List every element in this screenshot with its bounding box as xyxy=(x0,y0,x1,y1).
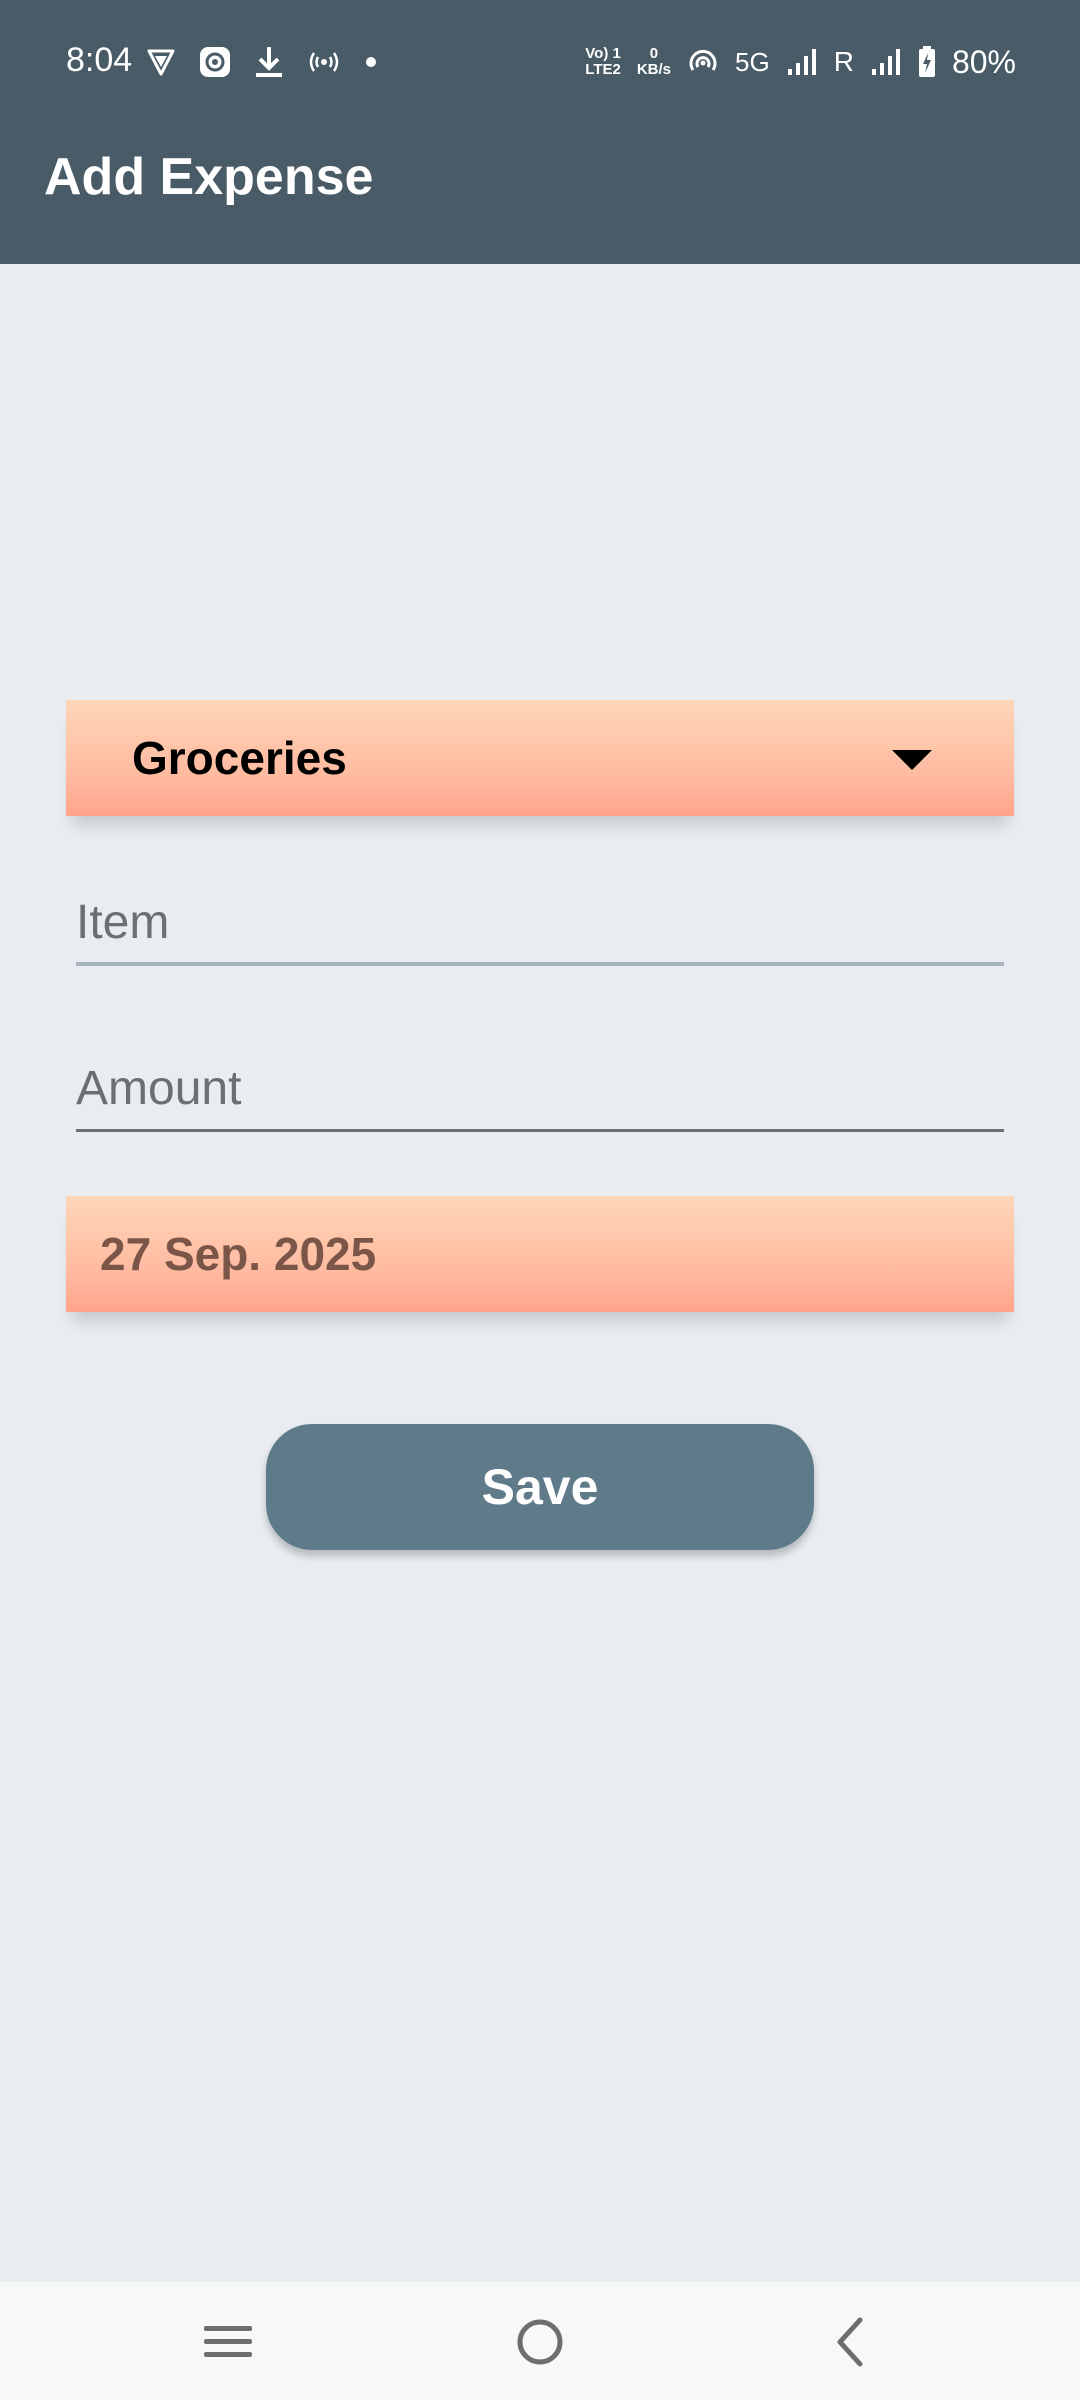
volte-bottom: LTE2 xyxy=(585,61,621,78)
home-icon xyxy=(517,2319,563,2365)
hotspot-icon xyxy=(689,49,717,71)
recents-icon xyxy=(204,2326,252,2357)
amount-field[interactable] xyxy=(76,1052,1004,1132)
status-bar: 8:04 Vo) 1 LTE2 0 KB/s 5G R 80% xyxy=(0,0,1080,124)
shield-icon xyxy=(147,49,175,76)
settings-app-icon xyxy=(200,47,230,77)
broadcast-icon xyxy=(309,52,339,72)
volte-indicator: Vo) 1 LTE2 xyxy=(585,46,621,78)
back-button[interactable] xyxy=(810,2302,890,2382)
signal-icon xyxy=(787,49,816,75)
back-icon xyxy=(837,2317,863,2367)
speed-value: 0 xyxy=(649,45,659,62)
speed-unit: KB/s xyxy=(636,61,672,78)
system-icons: Vo) 1 LTE2 0 KB/s 5G R 80% xyxy=(585,40,1016,84)
home-button[interactable] xyxy=(500,2302,580,2382)
system-nav-bar xyxy=(0,2282,1080,2400)
item-field[interactable] xyxy=(76,886,1004,966)
date-value: 27 Sep. 2025 xyxy=(100,1228,377,1280)
volte-top: Vo) 1 xyxy=(585,45,621,62)
battery-charging-icon xyxy=(918,46,935,77)
dot-icon xyxy=(366,57,376,67)
date-picker-button[interactable]: 27 Sep. 2025 xyxy=(66,1196,1014,1312)
save-button-label: Save xyxy=(481,1459,599,1515)
item-input[interactable] xyxy=(76,886,1004,958)
recents-button[interactable] xyxy=(188,2302,268,2382)
network-type: 5G xyxy=(735,46,770,77)
battery-percent: 80% xyxy=(951,43,1016,80)
save-button[interactable]: Save xyxy=(266,1424,814,1550)
amount-input[interactable] xyxy=(76,1052,1004,1124)
app-bar: 8:04 Vo) 1 LTE2 0 KB/s 5G R 80% Add Expe… xyxy=(0,0,1080,264)
category-dropdown[interactable]: Groceries xyxy=(66,700,1014,816)
network-speed: 0 KB/s xyxy=(637,46,671,78)
page-title: Add Expense xyxy=(44,148,374,206)
signal-icon-2 xyxy=(871,49,900,75)
chevron-down-icon xyxy=(892,750,932,770)
notification-icons xyxy=(146,44,378,80)
roaming-indicator: R xyxy=(833,46,854,77)
category-selected-value: Groceries xyxy=(132,732,347,784)
download-icon xyxy=(256,47,282,77)
amount-underline xyxy=(76,1129,1004,1132)
status-time: 8:04 xyxy=(66,41,133,79)
item-underline xyxy=(76,962,1004,966)
